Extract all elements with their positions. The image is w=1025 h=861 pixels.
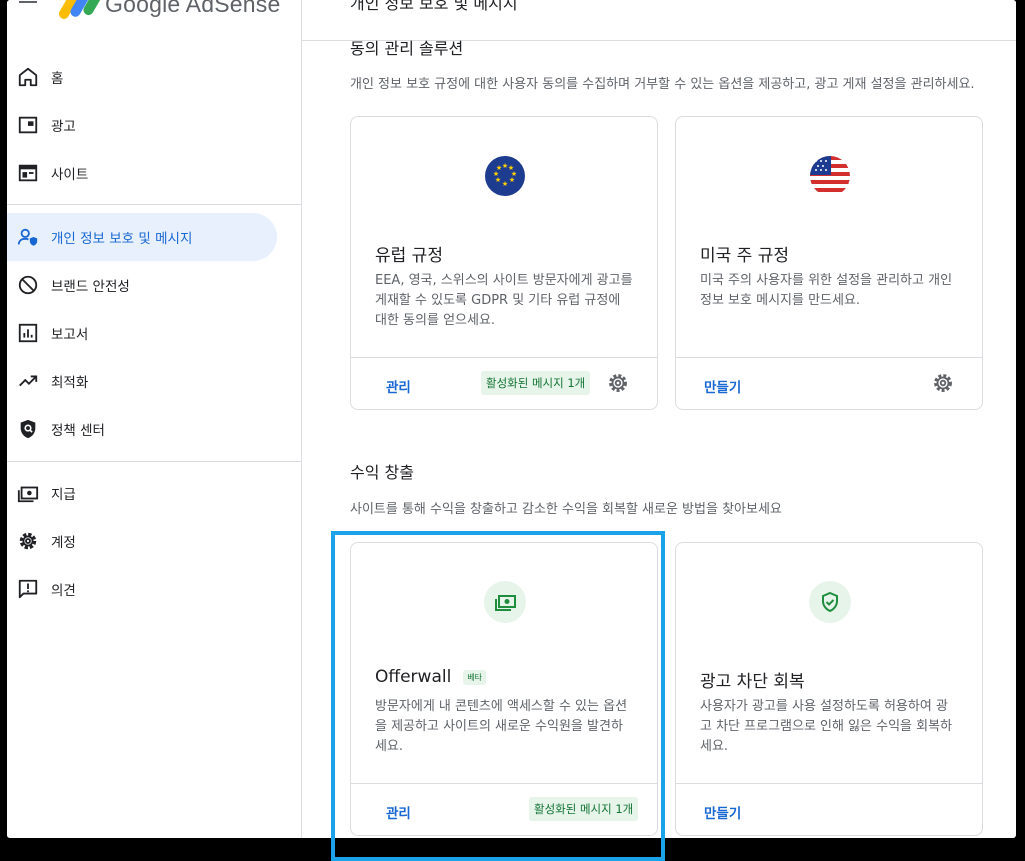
- sites-icon: [16, 161, 40, 185]
- svg-text:★: ★: [502, 180, 508, 188]
- sidebar-item-optimization[interactable]: 최적화: [7, 357, 277, 405]
- svg-text:★: ★: [496, 164, 502, 172]
- us-flag-icon: [809, 155, 851, 197]
- nav-divider: [7, 204, 301, 205]
- sidebar-item-payments[interactable]: 지급: [7, 469, 277, 517]
- sidebar-item-brand-safety[interactable]: 브랜드 안전성: [7, 261, 277, 309]
- card-title: 유럽 규정: [375, 246, 443, 266]
- sidebar-item-label: 광고: [51, 119, 76, 135]
- card-title: 광고 차단 회복: [700, 672, 805, 692]
- sidebar-item-label: 의견: [51, 583, 76, 599]
- card-footer: 만들기: [676, 783, 982, 836]
- reports-icon: [16, 321, 40, 345]
- section-title-revenue: 수익 창출: [350, 463, 414, 482]
- shield-icon: [16, 417, 40, 441]
- sidebar-item-home[interactable]: 홈: [7, 53, 277, 101]
- page-title: 개인 정보 보호 및 메시지: [350, 0, 518, 13]
- card-footer: 관리 활성화된 메시지 1개: [351, 357, 657, 410]
- create-link[interactable]: 만들기: [704, 376, 741, 396]
- top-app-bar: Google AdSense: [7, 0, 301, 30]
- logo-text: Google AdSense: [105, 0, 281, 17]
- sidebar-item-label: 정책 센터: [51, 423, 105, 439]
- sidebar-item-label: 보고서: [51, 327, 89, 343]
- sidebar: Google AdSense 홈 광고 사이트 개인 정보 보호 및 메시지 브…: [7, 0, 301, 838]
- gear-icon[interactable]: [607, 372, 629, 394]
- menu-icon[interactable]: [19, 0, 37, 8]
- sidebar-item-ads[interactable]: 광고: [7, 101, 277, 149]
- adsense-logo-icon: [59, 0, 101, 19]
- home-icon: [16, 65, 40, 89]
- card-description: 사용자가 광고를 사용 설정하도록 허용하여 광고 차단 프로그램으로 인해 잃…: [700, 699, 953, 754]
- sidebar-item-policy-center[interactable]: 정책 센터: [7, 405, 277, 453]
- eu-flag-icon: ★ ★ ★ ★ ★ ★ ★ ★: [484, 155, 526, 197]
- sidebar-item-reports[interactable]: 보고서: [7, 309, 277, 357]
- sidebar-item-account[interactable]: 계정: [7, 517, 277, 565]
- card-description: 미국 주의 사용자를 위한 설정을 관리하고 개인 정보 보호 메시지를 만드세…: [700, 273, 953, 308]
- sidebar-item-label: 홈: [51, 71, 64, 87]
- create-link[interactable]: 만들기: [704, 802, 741, 822]
- gear-icon: [16, 529, 40, 553]
- highlight-box: [331, 531, 665, 861]
- sidebar-item-label: 최적화: [51, 375, 89, 391]
- privacy-icon: [16, 225, 40, 249]
- payments-icon: [16, 481, 40, 505]
- gear-icon[interactable]: [932, 372, 954, 394]
- sidebar-item-sites[interactable]: 사이트: [7, 149, 277, 197]
- section-desc-consent: 개인 정보 보호 규정에 대한 사용자 동의를 수집하며 거부할 수 있는 옵션…: [350, 77, 975, 92]
- trending-icon: [16, 369, 40, 393]
- svg-text:★: ★: [509, 176, 515, 184]
- section-title-consent: 동의 관리 솔루션: [350, 39, 464, 58]
- sidebar-item-label: 지급: [51, 487, 76, 503]
- sidebar-item-privacy[interactable]: 개인 정보 보호 및 메시지: [7, 213, 277, 261]
- card-footer: 만들기: [676, 357, 982, 410]
- nav-divider: [7, 461, 301, 462]
- sidebar-item-label: 사이트: [51, 167, 89, 183]
- sidebar-item-feedback[interactable]: 의견: [7, 565, 277, 613]
- sidebar-item-label: 브랜드 안전성: [51, 279, 130, 295]
- block-icon: [16, 273, 40, 297]
- sidebar-item-label: 개인 정보 보호 및 메시지: [51, 231, 193, 247]
- card-eu-regulations: ★ ★ ★ ★ ★ ★ ★ ★ 유럽 규정 EEA, 영국, 스위스의 사이트 방문자에게…: [350, 116, 658, 410]
- status-badge: 활성화된 메시지 1개: [481, 371, 591, 395]
- shield-check-icon: [809, 581, 851, 623]
- card-us-state-regulations: 미국 주 규정 미국 주의 사용자를 위한 설정을 관리하고 개인 정보 보호 …: [675, 116, 983, 410]
- section-desc-revenue: 사이트를 통해 수익을 창출하고 감소한 수익을 회복할 새로운 방법을 찾아보…: [350, 502, 782, 517]
- card-ad-block-recovery: 광고 차단 회복 사용자가 광고를 사용 설정하도록 허용하여 광고 차단 프로…: [675, 542, 983, 836]
- card-title: 미국 주 규정: [700, 246, 790, 266]
- sidebar-item-label: 계정: [51, 535, 76, 551]
- feedback-icon: [16, 577, 40, 601]
- ads-icon: [16, 113, 40, 137]
- manage-link[interactable]: 관리: [386, 376, 411, 396]
- card-description: EEA, 영국, 스위스의 사이트 방문자에게 광고를 게재할 수 있도록 GD…: [375, 273, 633, 328]
